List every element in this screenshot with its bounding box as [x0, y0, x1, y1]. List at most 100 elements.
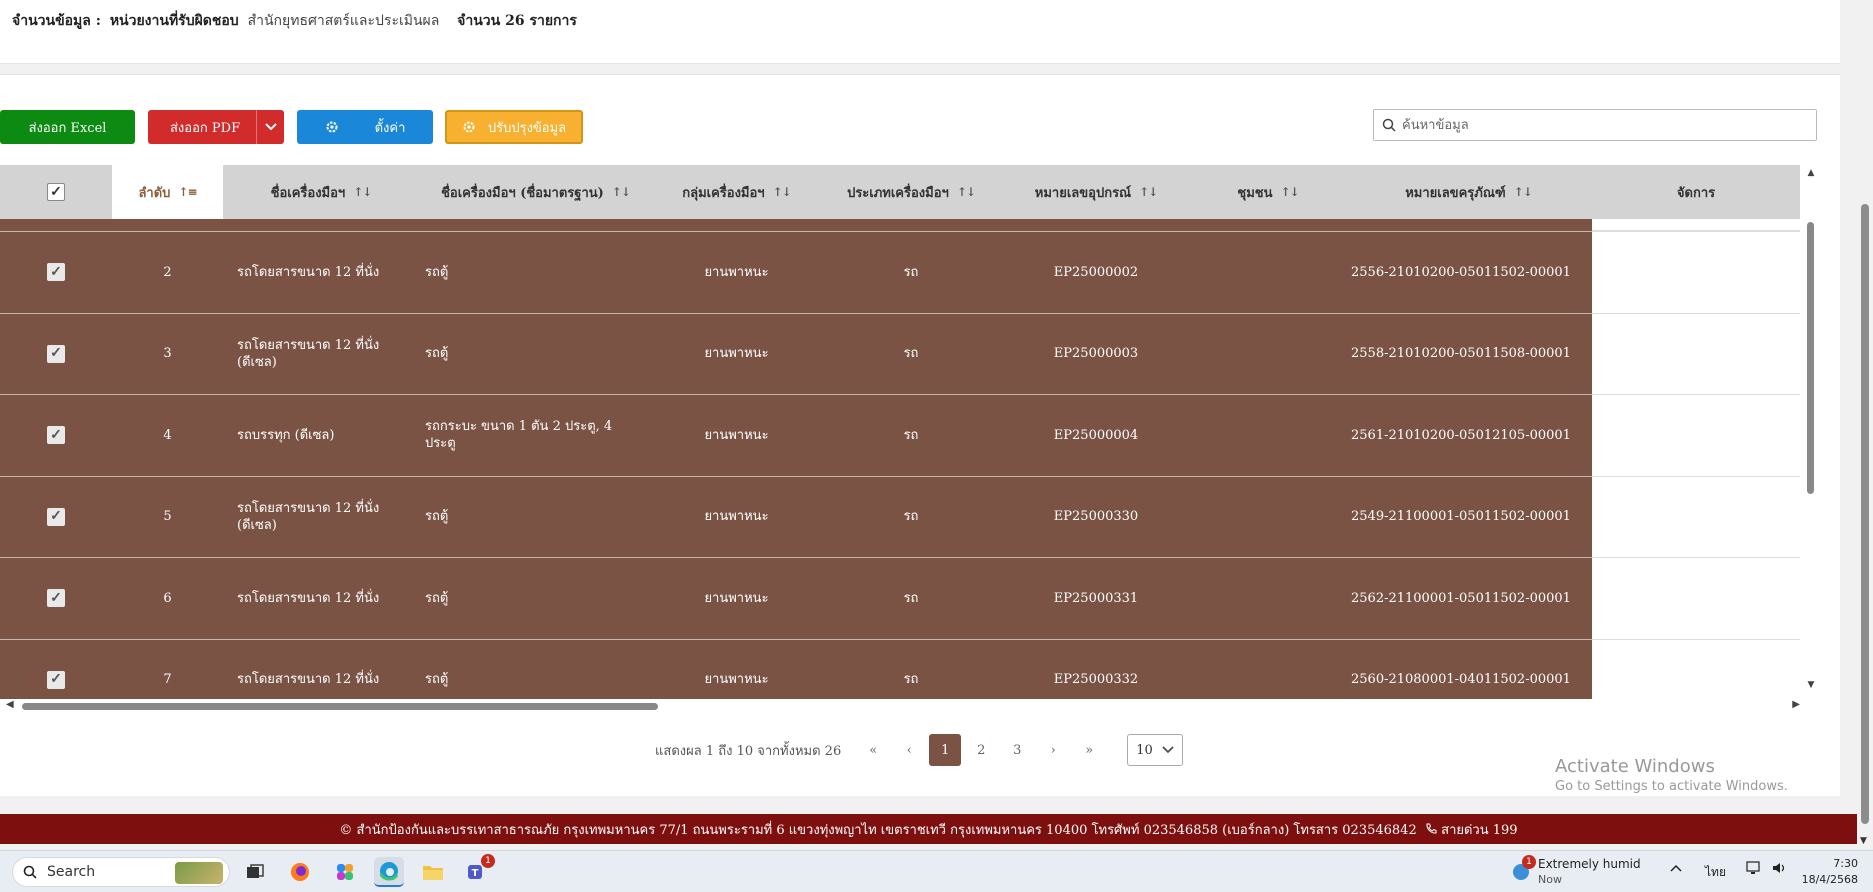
- column-group[interactable]: กลุ่มเครื่องมือฯ ↑↓: [652, 165, 821, 219]
- weather-text: Extremely humid: [1538, 857, 1641, 871]
- column-type[interactable]: ประเภทเครื่องมือฯ ↑↓: [821, 165, 1001, 219]
- cell-type: รถ: [821, 314, 1001, 395]
- cell-order: 7: [112, 640, 223, 700]
- export-pdf-button[interactable]: ส่งออก PDF: [148, 110, 284, 144]
- row-checkbox-cell: ✓: [0, 395, 112, 476]
- volume-icon[interactable]: [1772, 861, 1788, 879]
- table-vertical-scrollbar[interactable]: ▲ ▼: [1804, 166, 1818, 692]
- row-checkbox[interactable]: ✓: [47, 589, 65, 608]
- page-scrollbar[interactable]: ▼: [1857, 0, 1873, 850]
- file-explorer-icon[interactable]: [418, 857, 448, 887]
- cell-equip-no-text: EP25000332: [1053, 672, 1139, 688]
- row-checkbox[interactable]: ✓: [47, 263, 65, 282]
- row-checkbox[interactable]: ✓: [47, 426, 65, 445]
- sort-icon: ↑↓: [1280, 185, 1300, 199]
- edge-icon[interactable]: [374, 857, 404, 887]
- cell-name-text: รถบรรทุก (ดีเซล): [237, 427, 335, 443]
- column-type-label: ประเภทเครื่องมือฯ: [847, 185, 949, 201]
- row-manage-cell: [1592, 312, 1800, 394]
- system-clock[interactable]: 7:30 18/4/2568: [1798, 856, 1858, 888]
- cell-order: 4: [112, 395, 223, 476]
- copilot-icon[interactable]: [330, 857, 360, 887]
- cell-name-text: รถโดยสารขนาด 12 ที่นั่ง (ดีเซล): [237, 337, 380, 370]
- row-manage-cell: [1592, 638, 1800, 699]
- summary-line: จำนวนข้อมูล : หน่วยงานที่รับผิดชอบ สำนัก…: [12, 10, 577, 32]
- cell-type-text: รถ: [903, 264, 919, 280]
- gear-icon: [463, 121, 475, 133]
- table-row[interactable]: ✓ 7 รถโดยสารขนาด 12 ที่นั่ง รถตู้ ยานพาหนะ รถ…: [0, 638, 1800, 700]
- network-icon[interactable]: [1746, 861, 1762, 879]
- prev-page-button[interactable]: ‹: [893, 734, 925, 766]
- activate-windows-watermark: Activate Windows Go to Settings to activ…: [1555, 756, 1788, 794]
- column-equip-no[interactable]: หมายเลขอุปกรณ์ ↑↓: [1001, 165, 1191, 219]
- cell-order-text: 3: [163, 346, 172, 362]
- cell-std-name-text: รถตู้: [425, 346, 449, 362]
- column-asset-no[interactable]: หมายเลขครุภัณฑ์ ↑↓: [1345, 165, 1592, 219]
- sort-icon: ↑↓: [956, 185, 976, 199]
- page-scroll-thumb[interactable]: [1861, 204, 1869, 824]
- cell-std-name-text: รถตู้: [425, 672, 449, 688]
- page-scroll-down-icon[interactable]: ▼: [1860, 836, 1867, 846]
- teams-icon[interactable]: T 1: [462, 854, 495, 887]
- next-page-button[interactable]: ›: [1037, 734, 1069, 766]
- last-page-button[interactable]: »: [1073, 734, 1105, 766]
- page-2-button[interactable]: 2: [965, 734, 997, 766]
- cell-asset-no-text: 2558-21010200-05011508-00001: [1351, 346, 1571, 362]
- summary-label: จำนวนข้อมูล :: [12, 13, 101, 29]
- sort-asc-icon: ↑≡: [178, 185, 197, 199]
- taskbar-search[interactable]: Search: [12, 857, 230, 887]
- update-data-button[interactable]: ปรับปรุงข้อมูล: [445, 110, 583, 144]
- unit-label: หน่วยงานที่รับผิดชอบ: [109, 13, 239, 29]
- select-all-cell: ✓: [0, 165, 112, 219]
- row-checkbox-cell: ✓: [0, 640, 112, 700]
- scroll-right-icon[interactable]: ▶: [1792, 699, 1800, 710]
- first-page-button[interactable]: «: [857, 734, 889, 766]
- table-row[interactable]: ✓ 6 รถโดยสารขนาด 12 ที่นั่ง รถตู้ ยานพาหนะ รถ…: [0, 557, 1800, 639]
- clock-time: 7:30: [1833, 857, 1858, 870]
- per-page-select[interactable]: 10: [1127, 734, 1184, 766]
- chevron-up-icon[interactable]: [1670, 861, 1682, 876]
- cell-name-text: รถโดยสารขนาด 12 ที่นั่ง: [237, 264, 380, 280]
- page-1-button[interactable]: 1: [929, 734, 962, 766]
- vertical-scroll-thumb[interactable]: [1807, 222, 1814, 494]
- table-row[interactable]: ✓ 5 รถโดยสารขนาด 12 ที่นั่ง (ดีเซล) รถตู้ ยา…: [0, 475, 1800, 557]
- cell-type-text: รถ: [903, 672, 919, 688]
- row-checkbox[interactable]: ✓: [47, 507, 65, 526]
- weather-widget[interactable]: 1 Extremely humid Now: [1510, 855, 1670, 889]
- column-community[interactable]: ชุมชน ↑↓: [1191, 165, 1345, 219]
- table-row[interactable]: ✓ 4 รถบรรทุก (ดีเซล) รถกระบะ ขนาด 1 ตัน 2 ป…: [0, 394, 1800, 476]
- cell-asset-no-text: 2556-21010200-05011502-00001: [1351, 264, 1571, 280]
- column-name[interactable]: ชื่อเครื่องมือฯ ↑↓: [223, 165, 419, 219]
- task-view-icon[interactable]: [240, 857, 270, 887]
- cell-order: 3: [112, 314, 223, 395]
- select-all-checkbox[interactable]: ✓: [47, 183, 65, 201]
- firefox-icon[interactable]: [285, 857, 315, 887]
- cell-order-text: 2: [163, 264, 172, 280]
- cell-std-name: รถตู้: [419, 232, 652, 313]
- column-community-label: ชุมชน: [1237, 185, 1273, 201]
- scroll-up-icon[interactable]: ▲: [1804, 166, 1818, 180]
- horizontal-scroll-thumb[interactable]: [22, 703, 658, 710]
- column-group-label: กลุ่มเครื่องมือฯ: [682, 185, 765, 201]
- column-order[interactable]: ลำดับ ↑≡: [112, 165, 223, 219]
- scroll-down-icon[interactable]: ▼: [1804, 678, 1818, 692]
- scroll-left-icon[interactable]: ◀: [6, 699, 14, 710]
- row-checkbox[interactable]: ✓: [47, 670, 65, 689]
- table-row[interactable]: ✓ 3 รถโดยสารขนาด 12 ที่นั่ง (ดีเซล) รถตู้ ยา…: [0, 312, 1800, 395]
- pdf-dropdown-toggle[interactable]: [256, 110, 284, 144]
- table-row-data: ✓ 4 รถบรรทุก (ดีเซล) รถกระบะ ขนาด 1 ตัน 2 ป…: [0, 394, 1592, 476]
- horizontal-scrollbar[interactable]: ◀ ▶: [6, 699, 1800, 713]
- export-excel-button[interactable]: ส่งออก Excel: [0, 110, 135, 144]
- page-3-button[interactable]: 3: [1001, 734, 1033, 766]
- settings-button[interactable]: ตั้งค่า: [297, 110, 433, 144]
- cell-group: ยานพาหนะ: [652, 640, 821, 700]
- input-language[interactable]: ไทย: [1705, 863, 1726, 882]
- cell-std-name: รถตู้: [419, 640, 652, 700]
- column-std-name[interactable]: ชื่อเครื่องมือฯ (ชื่อมาตรฐาน) ↑↓: [419, 165, 652, 219]
- cell-name-text: รถโดยสารขนาด 12 ที่นั่ง: [237, 590, 380, 606]
- sort-icon: ↑↓: [772, 185, 792, 199]
- cell-name: รถโดยสารขนาด 12 ที่นั่ง: [223, 640, 419, 700]
- row-checkbox[interactable]: ✓: [47, 344, 65, 363]
- table-row[interactable]: ✓ 2 รถโดยสารขนาด 12 ที่นั่ง รถตู้ ยานพาหนะ รถ…: [0, 231, 1800, 313]
- search-input[interactable]: [1402, 117, 1802, 133]
